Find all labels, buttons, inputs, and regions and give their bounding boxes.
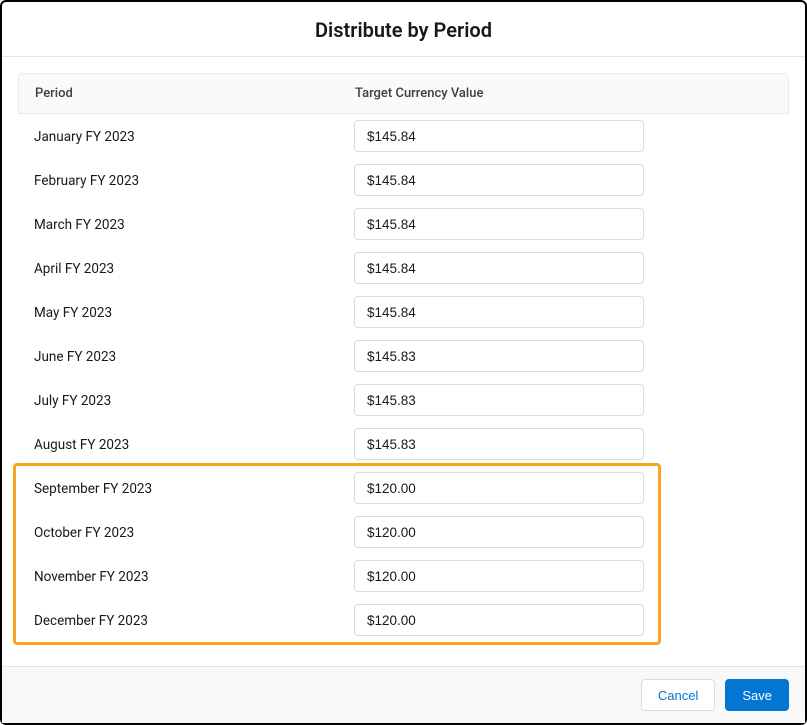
- table-row: January FY 2023: [18, 114, 789, 158]
- currency-input[interactable]: [354, 604, 644, 636]
- value-wrap: [354, 296, 644, 328]
- value-wrap: [354, 472, 644, 504]
- table-row: August FY 2023: [18, 422, 789, 466]
- period-label: May FY 2023: [34, 303, 354, 321]
- value-wrap: [354, 208, 644, 240]
- table-row: November FY 2023: [18, 554, 789, 598]
- period-label: April FY 2023: [34, 259, 354, 277]
- rows-container: January FY 2023 February FY 2023 March FY …: [18, 114, 789, 642]
- currency-input[interactable]: [354, 120, 644, 152]
- table-row: October FY 2023: [18, 510, 789, 554]
- currency-input[interactable]: [354, 472, 644, 504]
- value-wrap: [354, 340, 644, 372]
- period-label: December FY 2023: [34, 611, 354, 629]
- value-wrap: [354, 252, 644, 284]
- value-wrap: [354, 164, 644, 196]
- header-period: Period: [35, 86, 355, 101]
- period-label: January FY 2023: [34, 127, 354, 145]
- modal-body: Period Target Currency Value January FY …: [2, 57, 805, 666]
- currency-input[interactable]: [354, 340, 644, 372]
- value-wrap: [354, 120, 644, 152]
- value-wrap: [354, 560, 644, 592]
- period-label: September FY 2023: [34, 479, 354, 497]
- table-row: February FY 2023: [18, 158, 789, 202]
- header-value: Target Currency Value: [355, 86, 772, 101]
- period-label: August FY 2023: [34, 435, 354, 453]
- table-row: December FY 2023: [18, 598, 789, 642]
- value-wrap: [354, 384, 644, 416]
- modal-header: Distribute by Period: [2, 2, 805, 57]
- period-label: October FY 2023: [34, 523, 354, 541]
- modal-footer: Cancel Save: [2, 666, 805, 723]
- currency-input[interactable]: [354, 252, 644, 284]
- value-wrap: [354, 604, 644, 636]
- currency-input[interactable]: [354, 384, 644, 416]
- period-label: February FY 2023: [34, 171, 354, 189]
- table-row: March FY 2023: [18, 202, 789, 246]
- value-wrap: [354, 516, 644, 548]
- currency-input[interactable]: [354, 516, 644, 548]
- table-row: May FY 2023: [18, 290, 789, 334]
- table-row: April FY 2023: [18, 246, 789, 290]
- distribute-modal: Distribute by Period Period Target Curre…: [2, 2, 805, 723]
- period-label: June FY 2023: [34, 347, 354, 365]
- currency-input[interactable]: [354, 164, 644, 196]
- table-row: June FY 2023: [18, 334, 789, 378]
- period-label: March FY 2023: [34, 215, 354, 233]
- value-wrap: [354, 428, 644, 460]
- period-label: July FY 2023: [34, 391, 354, 409]
- period-label: November FY 2023: [34, 567, 354, 585]
- modal-title: Distribute by Period: [2, 18, 805, 42]
- currency-input[interactable]: [354, 560, 644, 592]
- currency-input[interactable]: [354, 428, 644, 460]
- currency-input[interactable]: [354, 296, 644, 328]
- table-row: September FY 2023: [18, 466, 789, 510]
- cancel-button[interactable]: Cancel: [641, 679, 715, 711]
- grid-header: Period Target Currency Value: [18, 73, 789, 114]
- currency-input[interactable]: [354, 208, 644, 240]
- table-row: July FY 2023: [18, 378, 789, 422]
- save-button[interactable]: Save: [725, 679, 789, 711]
